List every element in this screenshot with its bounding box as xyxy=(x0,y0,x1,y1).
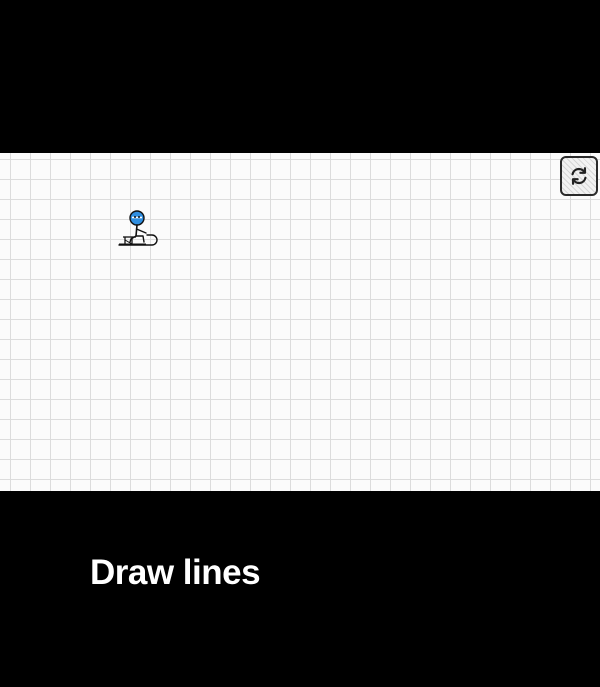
bottom-letterbox: Draw lines xyxy=(0,491,600,687)
top-letterbox xyxy=(0,0,600,153)
drawing-canvas[interactable] xyxy=(0,153,600,491)
restart-button[interactable] xyxy=(560,156,598,196)
stickman-on-sled-icon xyxy=(118,210,158,246)
restart-icon xyxy=(571,167,587,185)
instruction-caption: Draw lines xyxy=(90,553,261,592)
